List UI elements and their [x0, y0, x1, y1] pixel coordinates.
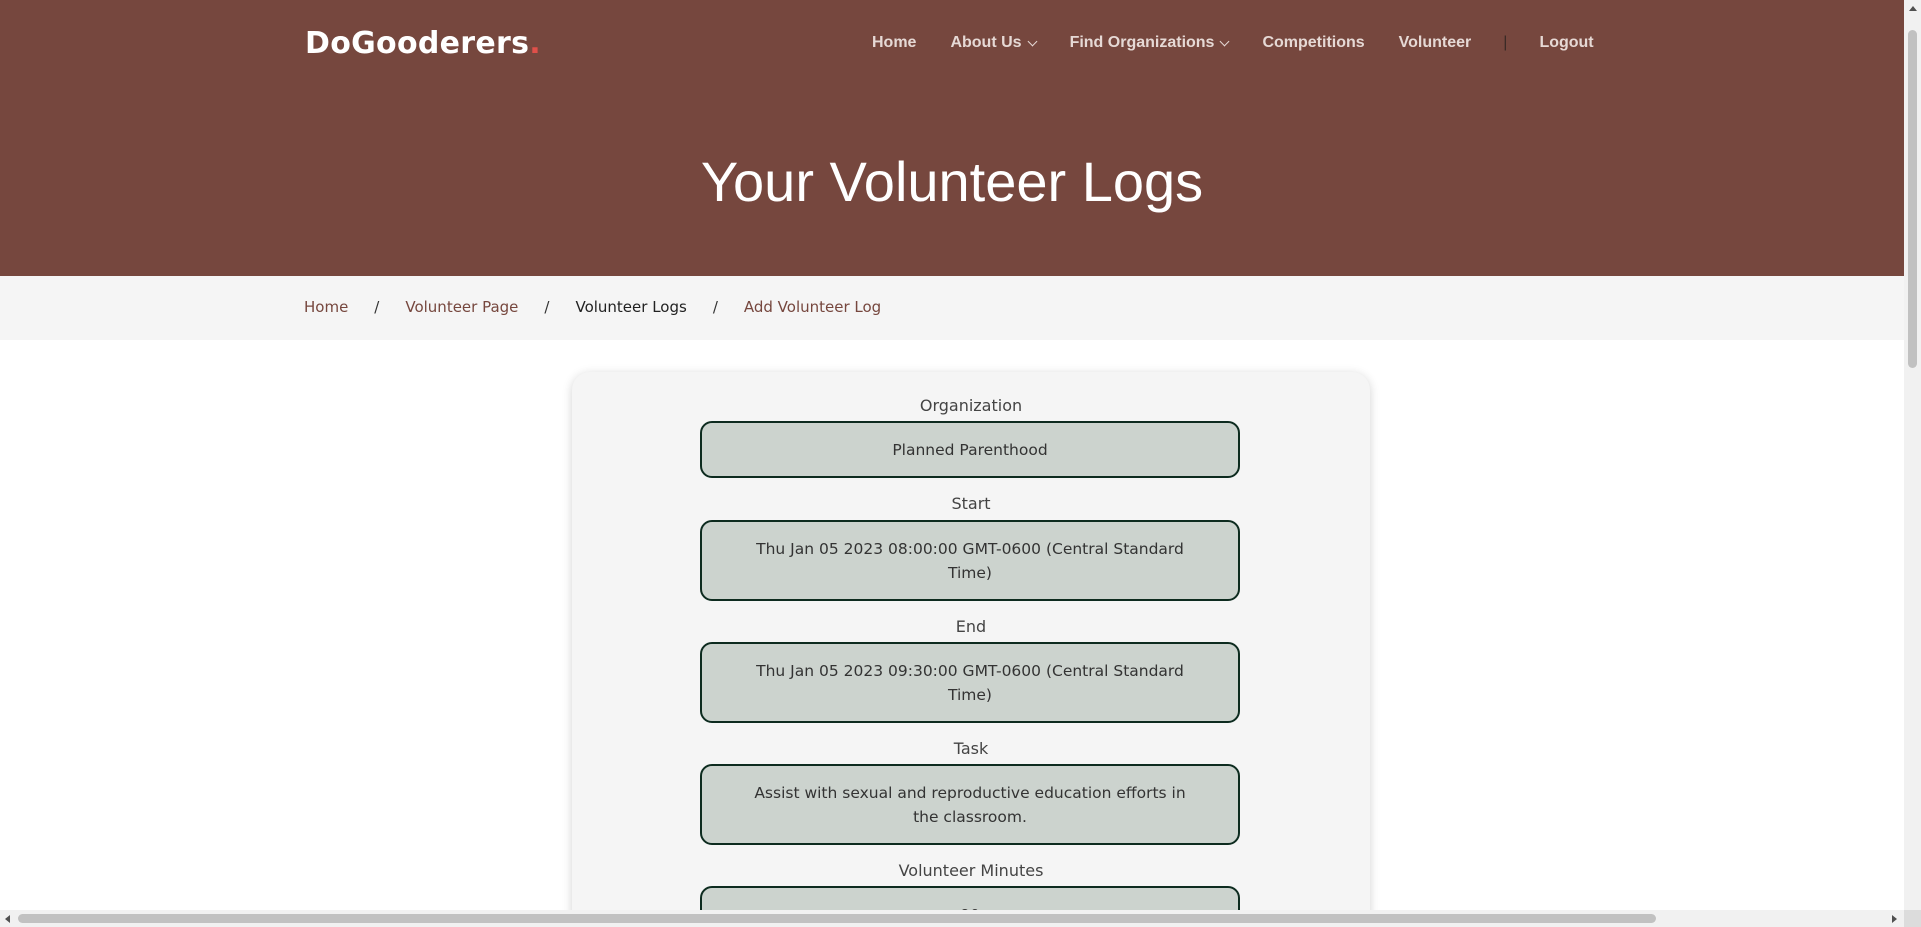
breadcrumb-separator: / [712, 298, 718, 316]
start-value: Thu Jan 05 2023 08:00:00 GMT-0600 (Centr… [756, 539, 1184, 582]
nav-separator: | [1503, 34, 1508, 51]
breadcrumb-home[interactable]: Home [304, 298, 348, 316]
breadcrumb-add-volunteer-log[interactable]: Add Volunteer Log [744, 298, 881, 316]
task-value: Assist with sexual and reproductive educ… [754, 783, 1186, 826]
scroll-left-arrow-icon[interactable] [5, 915, 10, 923]
brand-dot: . [529, 26, 541, 61]
scroll-up-arrow-icon[interactable] [1909, 6, 1917, 11]
nav-competitions-label: Competitions [1262, 34, 1365, 51]
nav-volunteer[interactable]: Volunteer [1399, 34, 1472, 52]
nav-home-label: Home [872, 34, 917, 51]
chevron-down-icon [1027, 36, 1038, 46]
vertical-scrollbar[interactable] [1904, 0, 1921, 910]
breadcrumb-separator: / [544, 298, 550, 316]
vertical-scroll-thumb[interactable] [1908, 30, 1917, 368]
main-nav: Home About Us Find Organizations Competi… [872, 30, 1594, 56]
breadcrumb-bar: Home / Volunteer Page / Volunteer Logs /… [0, 276, 1904, 340]
start-label: Start [951, 494, 991, 513]
horizontal-scrollbar[interactable] [0, 910, 1904, 927]
brand-name: DoGooderers [305, 26, 530, 61]
nav-home[interactable]: Home [872, 34, 916, 52]
breadcrumb-volunteer-logs: Volunteer Logs [575, 298, 687, 316]
task-field[interactable]: Assist with sexual and reproductive educ… [700, 764, 1240, 845]
task-label: Task [953, 739, 989, 758]
nav-about-us-label: About Us [950, 34, 1022, 51]
end-label: End [955, 617, 987, 636]
page: DoGooderers. Home About Us Find Organiza… [0, 0, 1921, 927]
end-value: Thu Jan 05 2023 09:30:00 GMT-0600 (Centr… [756, 661, 1184, 704]
start-field[interactable]: Thu Jan 05 2023 08:00:00 GMT-0600 (Centr… [700, 520, 1240, 601]
organization-label: Organization [919, 396, 1023, 415]
nav-competitions[interactable]: Competitions [1262, 34, 1364, 52]
brand-logo[interactable]: DoGooderers. [305, 24, 541, 64]
scroll-right-arrow-icon[interactable] [1892, 915, 1897, 923]
nav-find-organizations[interactable]: Find Organizations [1069, 34, 1230, 52]
organization-field[interactable]: Planned Parenthood [700, 421, 1240, 478]
breadcrumb-separator: / [374, 298, 380, 316]
nav-logout[interactable]: Logout [1539, 34, 1593, 52]
page-title: Your Volunteer Logs [700, 150, 1204, 213]
nav-logout-label: Logout [1539, 34, 1594, 51]
horizontal-scroll-thumb[interactable] [18, 914, 1656, 923]
breadcrumb: Home / Volunteer Page / Volunteer Logs /… [304, 298, 881, 316]
volunteer-log-card: Organization Planned Parenthood Start Th… [572, 372, 1370, 927]
chevron-down-icon [1220, 36, 1230, 46]
end-field[interactable]: Thu Jan 05 2023 09:30:00 GMT-0600 (Centr… [700, 642, 1240, 723]
nav-find-organizations-label: Find Organizations [1069, 34, 1215, 51]
nav-volunteer-label: Volunteer [1398, 34, 1472, 51]
breadcrumb-volunteer-page[interactable]: Volunteer Page [405, 298, 518, 316]
hero-header: DoGooderers. Home About Us Find Organiza… [0, 0, 1904, 276]
scrollbar-corner [1904, 910, 1921, 927]
nav-about-us[interactable]: About Us [950, 34, 1038, 52]
volunteer-minutes-label: Volunteer Minutes [898, 861, 1044, 880]
organization-value: Planned Parenthood [892, 440, 1048, 459]
